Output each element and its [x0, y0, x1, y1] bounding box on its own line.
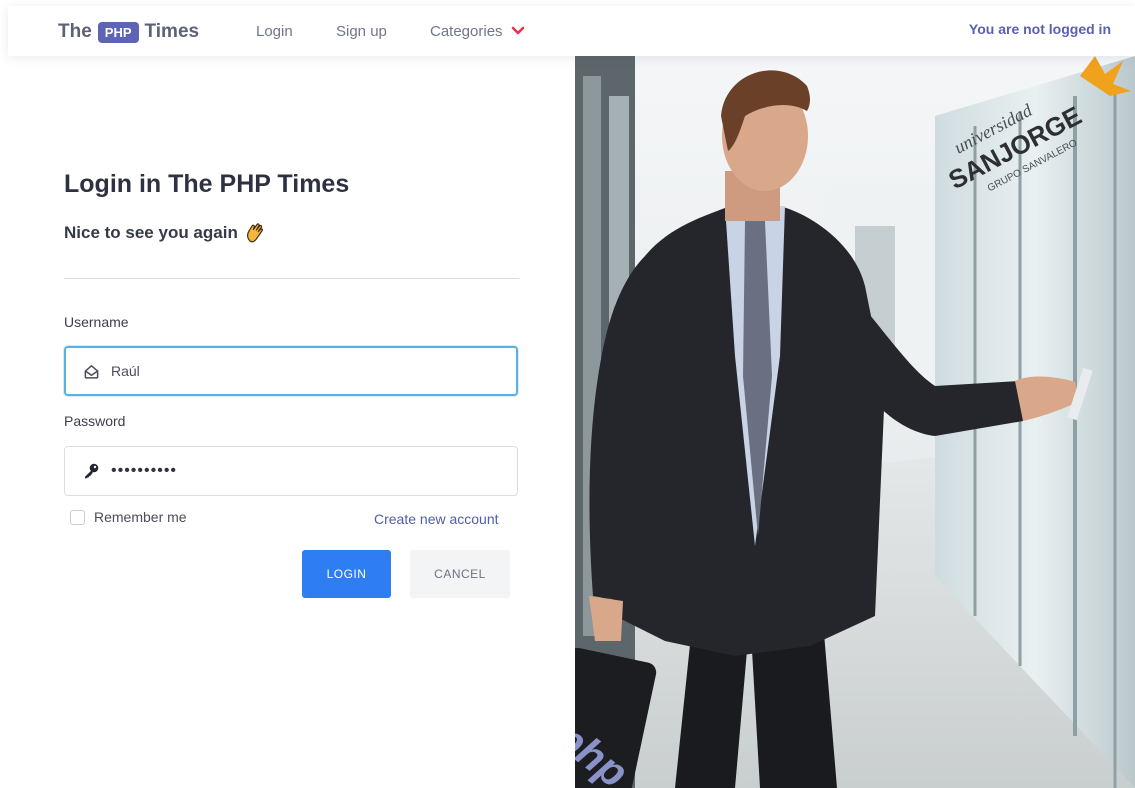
remember-me-checkbox[interactable]: Remember me	[70, 509, 187, 525]
brand-badge: PHP	[97, 21, 139, 43]
brand-text-the: The	[58, 21, 92, 42]
login-button[interactable]: LOGIN	[302, 550, 391, 598]
username-field[interactable]	[64, 346, 518, 396]
remember-me-box[interactable]	[70, 509, 85, 525]
nav-categories-label: Categories	[430, 23, 503, 40]
remember-me-label: Remember me	[94, 509, 187, 525]
cancel-button[interactable]: CANCEL	[410, 550, 510, 598]
username-input[interactable]	[111, 363, 491, 379]
create-account-link[interactable]: Create new account	[374, 511, 499, 527]
title-divider	[64, 278, 519, 279]
page-title: Login in The PHP Times	[64, 170, 350, 198]
nav-categories-dropdown[interactable]: Categories	[430, 23, 525, 40]
password-input[interactable]: ••••••••••	[111, 462, 491, 480]
brand-text-times: Times	[144, 21, 200, 42]
chevron-down-icon	[511, 26, 525, 34]
password-label: Password	[64, 413, 126, 429]
hero-photo: universidad SANJORGE GRUPO SANVALERO php	[575, 56, 1135, 788]
nav-login-link[interactable]: Login	[256, 23, 293, 40]
key-icon	[81, 461, 101, 481]
top-navbar: The PHP Times Login Sign up Categories Y…	[8, 6, 1135, 56]
user-icon	[81, 361, 101, 381]
password-field[interactable]: ••••••••••	[64, 446, 518, 496]
page-subtitle: Nice to see you again	[64, 222, 266, 244]
login-status-text: You are not logged in	[968, 21, 1111, 37]
waving-hand-icon	[246, 223, 263, 243]
subtitle-text: Nice to see you again	[64, 223, 238, 242]
nav-signup-link[interactable]: Sign up	[336, 23, 387, 40]
username-label: Username	[64, 314, 129, 330]
brand-logo[interactable]: The PHP Times	[58, 20, 199, 44]
